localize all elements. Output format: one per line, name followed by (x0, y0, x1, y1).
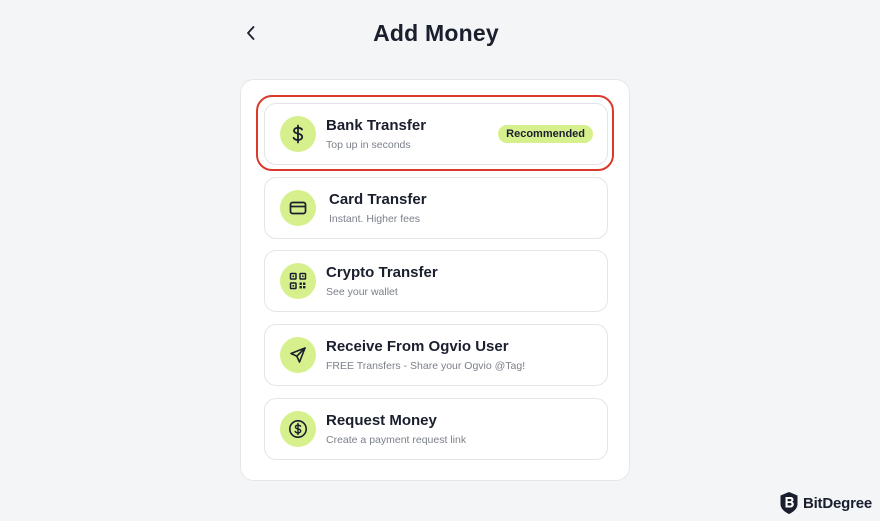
send-icon (290, 347, 306, 363)
credit-card-icon (289, 201, 307, 215)
option-sublabel: FREE Transfers - Share your Ogvio @Tag! (326, 360, 526, 372)
dollar-circle-icon (289, 420, 307, 438)
request-money-option[interactable]: Request Money Create a payment request l… (264, 398, 608, 460)
qr-code-icon-circle (280, 263, 316, 299)
bitdegree-logo-icon (780, 492, 798, 514)
recommended-badge: Recommended (498, 125, 593, 143)
crypto-transfer-option[interactable]: Crypto Transfer See your wallet (264, 250, 608, 312)
option-label: Receive From Ogvio User (326, 338, 509, 355)
option-sublabel: Instant. Higher fees (329, 213, 421, 225)
page-title: Add Money (373, 20, 499, 46)
bank-transfer-option[interactable]: Bank Transfer Top up in seconds Recommen… (264, 103, 608, 165)
option-sublabel: Top up in seconds (326, 139, 411, 151)
dollar-circle-icon-circle (280, 411, 316, 447)
bitdegree-watermark: BitDegree (779, 491, 872, 515)
option-label: Card Transfer (329, 191, 427, 208)
receive-from-user-option[interactable]: Receive From Ogvio User FREE Transfers -… (264, 324, 608, 386)
dollar-icon (292, 124, 304, 144)
credit-card-icon-circle (280, 190, 316, 226)
send-icon-circle (280, 337, 316, 373)
option-label: Crypto Transfer (326, 264, 438, 281)
dollar-icon-circle (280, 116, 316, 152)
qr-code-icon (289, 272, 307, 290)
option-sublabel: See your wallet (326, 286, 398, 298)
watermark-text: BitDegree (802, 494, 872, 512)
option-label: Bank Transfer (326, 117, 427, 134)
option-sublabel: Create a payment request link (326, 434, 467, 446)
card-transfer-option[interactable]: Card Transfer Instant. Higher fees (264, 177, 608, 239)
add-money-options-panel: Bank Transfer Top up in seconds Recommen… (240, 79, 630, 481)
option-label: Request Money (326, 412, 437, 429)
